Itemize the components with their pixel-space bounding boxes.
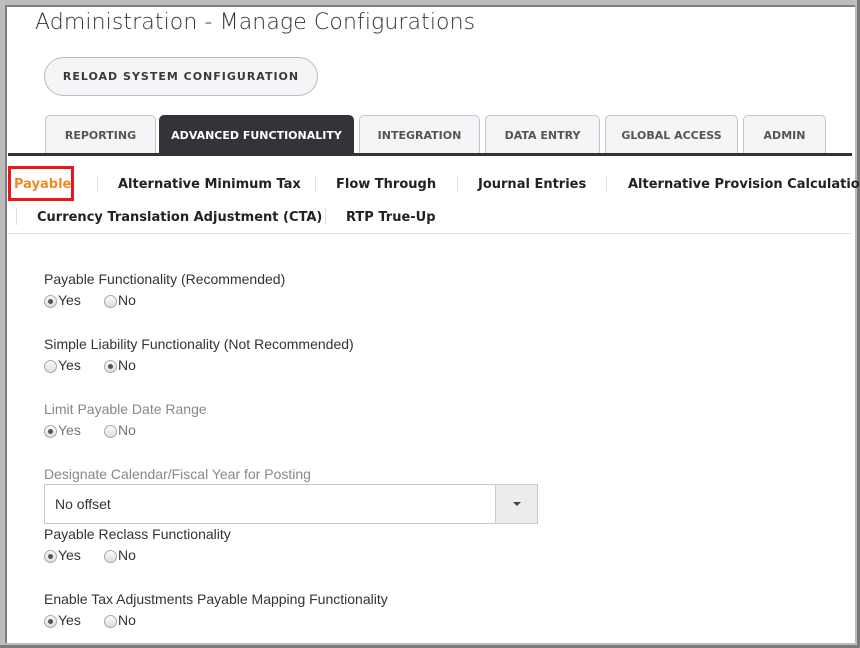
tab-data-entry[interactable]: DATA ENTRY — [485, 115, 600, 154]
radio-unchecked-icon — [104, 295, 117, 308]
radio-label: No — [118, 357, 136, 373]
tab-global-access[interactable]: GLOBAL ACCESS — [605, 115, 738, 154]
radio-unchecked-icon — [104, 550, 117, 563]
radio-checked-icon — [44, 615, 57, 628]
limit-payable-date-range-no-radio[interactable]: No — [104, 422, 136, 438]
simple-liability-functionality-label: Simple Liability Functionality (Not Reco… — [44, 336, 354, 352]
main-tabs: REPORTING ADVANCED FUNCTIONALITY INTEGRA… — [8, 115, 852, 155]
payable-functionality-label: Payable Functionality (Recommended) — [44, 271, 286, 287]
subnav-alternative-provision-calculations[interactable]: Alternative Provision Calculations — [628, 177, 860, 192]
radio-checked-icon — [104, 360, 117, 373]
subnav-flow-through[interactable]: Flow Through — [336, 177, 436, 192]
subnav-divider — [8, 233, 852, 234]
tax-adjustments-payable-mapping-label: Enable Tax Adjustments Payable Mapping F… — [44, 591, 388, 607]
tab-advanced-functionality[interactable]: ADVANCED FUNCTIONALITY — [159, 115, 354, 154]
radio-unchecked-icon — [104, 615, 117, 628]
radio-label: No — [118, 612, 136, 628]
subnav-separator — [606, 175, 607, 192]
tab-admin[interactable]: ADMIN — [743, 115, 826, 154]
tabbar-underline — [8, 153, 852, 156]
radio-checked-icon — [44, 550, 57, 563]
radio-label: No — [118, 422, 136, 438]
radio-unchecked-icon — [44, 360, 57, 373]
select-dropdown-button[interactable] — [495, 485, 537, 523]
radio-checked-icon — [44, 295, 57, 308]
simple-liability-yes-radio[interactable]: Yes — [44, 357, 81, 373]
payable-reclass-functionality-label: Payable Reclass Functionality — [44, 526, 231, 542]
payable-functionality-no-radio[interactable]: No — [104, 292, 136, 308]
subnav-currency-translation-adjustment[interactable]: Currency Translation Adjustment (CTA) — [37, 210, 322, 225]
page-title: Administration - Manage Configurations — [35, 10, 476, 35]
subnav-rtp-true-up[interactable]: RTP True-Up — [346, 210, 436, 225]
subnav-journal-entries[interactable]: Journal Entries — [478, 177, 586, 192]
limit-payable-date-range-yes-radio[interactable]: Yes — [44, 422, 81, 438]
radio-label: Yes — [58, 422, 81, 438]
radio-label: Yes — [58, 292, 81, 308]
radio-label: Yes — [58, 547, 81, 563]
subnav-alternative-minimum-tax[interactable]: Alternative Minimum Tax — [118, 177, 301, 192]
payable-reclass-no-radio[interactable]: No — [104, 547, 136, 563]
payable-functionality-yes-radio[interactable]: Yes — [44, 292, 81, 308]
radio-label: No — [118, 292, 136, 308]
tax-adjustments-payable-mapping-yes-radio[interactable]: Yes — [44, 612, 81, 628]
subnav-separator — [325, 208, 326, 225]
subnav-separator — [16, 208, 17, 225]
subnav-separator — [315, 175, 316, 192]
active-subnav-highlight — [8, 166, 74, 201]
radio-label: No — [118, 547, 136, 563]
posting-year-offset-select[interactable]: No offset — [44, 484, 538, 524]
tab-reporting[interactable]: REPORTING — [45, 115, 156, 154]
designate-calendar-fiscal-year-label: Designate Calendar/Fiscal Year for Posti… — [44, 466, 311, 482]
radio-unchecked-icon — [104, 425, 117, 438]
subnav-separator — [97, 175, 98, 192]
radio-label: Yes — [58, 612, 81, 628]
subnav-separator — [457, 175, 458, 192]
tab-integration[interactable]: INTEGRATION — [359, 115, 480, 154]
reload-system-configuration-button[interactable]: RELOAD SYSTEM CONFIGURATION — [44, 57, 318, 96]
radio-checked-icon — [44, 425, 57, 438]
tax-adjustments-payable-mapping-no-radio[interactable]: No — [104, 612, 136, 628]
select-value: No offset — [55, 496, 111, 512]
caret-down-icon — [512, 502, 521, 506]
radio-label: Yes — [58, 357, 81, 373]
limit-payable-date-range-label: Limit Payable Date Range — [44, 401, 207, 417]
simple-liability-no-radio[interactable]: No — [104, 357, 136, 373]
payable-reclass-yes-radio[interactable]: Yes — [44, 547, 81, 563]
